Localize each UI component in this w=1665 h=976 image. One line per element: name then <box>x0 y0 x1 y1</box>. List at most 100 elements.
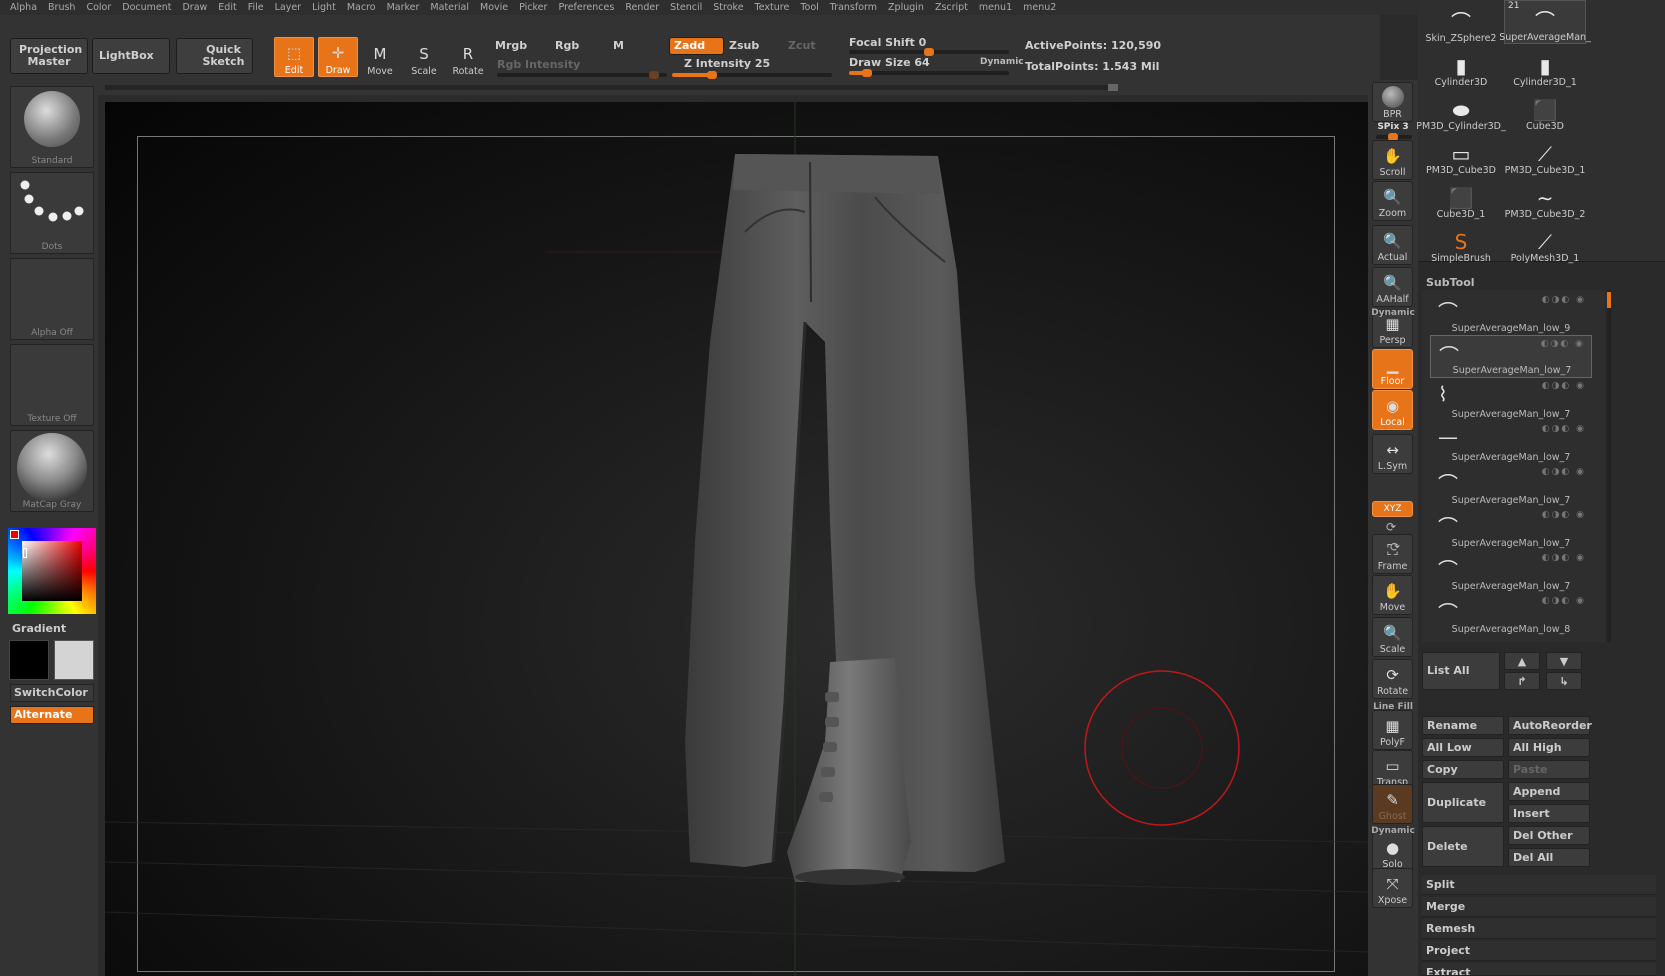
subtool-scrollbar[interactable] <box>1607 290 1611 642</box>
split-section[interactable]: Split <box>1422 875 1656 895</box>
material-selector[interactable]: MatCap Gray <box>10 430 94 512</box>
visibility-eye-icon[interactable]: ◐◑◐ ◉ <box>1542 510 1586 520</box>
xyz-symmetry-button[interactable]: XYZ <box>1372 501 1413 517</box>
zsub-button[interactable]: Zsub <box>729 39 759 52</box>
zoom-shelf-button[interactable]: 🔍 Zoom <box>1372 181 1413 221</box>
rotate-y-icon[interactable]: ⟳ <box>1386 520 1396 534</box>
switch-color-button[interactable]: SwitchColor <box>10 684 94 702</box>
menu-item-menu2[interactable]: menu2 <box>1023 2 1056 13</box>
scale-tool-button[interactable]: S Scale <box>404 37 444 77</box>
move-up-button[interactable]: ▲ <box>1504 652 1540 670</box>
floor-shelf-button[interactable]: ▁ Floor <box>1372 349 1413 389</box>
brush-selector[interactable]: Standard <box>10 86 94 168</box>
move-down-button[interactable]: ▼ <box>1546 652 1582 670</box>
draw-tool-button[interactable]: ✛ Draw <box>318 37 358 77</box>
mesh-thumbnail[interactable]: ⬛ Cube3D_1 <box>1420 176 1502 220</box>
append-button[interactable]: Append <box>1508 782 1590 801</box>
mesh-thumbnail[interactable]: ⬛ Cube3D <box>1504 88 1586 132</box>
visibility-eye-icon[interactable]: ◐◑◐ ◉ <box>1542 295 1586 305</box>
rotate-tool-button[interactable]: R Rotate <box>448 37 488 77</box>
menu-item-draw[interactable]: Draw <box>182 2 207 13</box>
scroll-shelf-button[interactable]: ✋ Scroll <box>1372 140 1413 180</box>
local-shelf-button[interactable]: ◉ Local <box>1372 390 1413 430</box>
menu-item-render[interactable]: Render <box>625 2 659 13</box>
edit-tool-button[interactable]: ⬚ Edit <box>274 37 314 77</box>
move-to-bottom-button[interactable]: ↳ <box>1546 672 1582 690</box>
xpose-shelf-button[interactable]: ⤧ Xpose <box>1372 868 1413 908</box>
focal-shift-knob[interactable] <box>924 48 934 56</box>
menu-item-texture[interactable]: Texture <box>755 2 790 13</box>
rotate-shelf-button[interactable]: ⟳ Rotate <box>1372 659 1413 699</box>
focal-shift-slider[interactable]: Focal Shift 0 <box>849 36 926 49</box>
mesh-thumbnail[interactable]: ▭ PM3D_Cube3D <box>1420 132 1502 176</box>
del-all-button[interactable]: Del All <box>1508 848 1590 867</box>
menu-item-tool[interactable]: Tool <box>800 2 818 13</box>
mesh-thumbnail[interactable]: ⟋ PM3D_Cube3D_1 <box>1504 132 1586 176</box>
menu-item-alpha[interactable]: Alpha <box>10 2 37 13</box>
lsym-shelf-button[interactable]: ↔ L.Sym <box>1372 434 1413 474</box>
spix-slider[interactable]: SPix 3 <box>1368 122 1418 132</box>
alternate-button[interactable]: Alternate <box>10 706 94 724</box>
subtool-item[interactable]: ⌒ ◐◑◐ ◉ SuperAverageMan_low_7 <box>1430 507 1592 550</box>
project-section[interactable]: Project <box>1422 941 1656 961</box>
delete-button[interactable]: Delete <box>1422 826 1504 867</box>
mesh-thumbnail[interactable]: S SimpleBrush <box>1420 220 1502 264</box>
draw-size-slider[interactable]: Draw Size 64 <box>849 56 930 69</box>
menu-item-macro[interactable]: Macro <box>347 2 376 13</box>
auto-reorder-button[interactable]: AutoReorder <box>1508 716 1592 735</box>
timeline-bar[interactable] <box>105 85 1115 90</box>
menu-item-zscript[interactable]: Zscript <box>935 2 968 13</box>
menu-item-brush[interactable]: Brush <box>48 2 75 13</box>
menu-item-file[interactable]: File <box>248 2 264 13</box>
move-shelf-button[interactable]: ✋ Move <box>1372 575 1413 615</box>
remesh-section[interactable]: Remesh <box>1422 919 1656 939</box>
subtool-item[interactable]: ⌇ ◐◑◐ ◉ SuperAverageMan_low_7 <box>1430 378 1592 421</box>
menu-item-stroke[interactable]: Stroke <box>713 2 743 13</box>
subtool-item[interactable]: ⌒ ◐◑◐ ◉ SuperAverageMan_low_9 <box>1430 292 1592 335</box>
timeline-end-handle[interactable] <box>1108 84 1118 91</box>
menu-item-marker[interactable]: Marker <box>387 2 420 13</box>
mesh-thumbnail[interactable]: ⟋ PolyMesh3D_1 <box>1504 220 1586 264</box>
copy-button[interactable]: Copy <box>1422 760 1504 779</box>
merge-section[interactable]: Merge <box>1422 897 1656 917</box>
secondary-color-swatch[interactable] <box>54 640 94 680</box>
persp-shelf-button[interactable]: ▦ Persp <box>1372 314 1413 348</box>
move-tool-button[interactable]: M Move <box>360 37 400 77</box>
bpr-button[interactable]: BPR <box>1372 82 1413 122</box>
rgb-intensity-knob[interactable] <box>649 71 659 79</box>
rgb-intensity-track[interactable] <box>497 71 667 79</box>
duplicate-button[interactable]: Duplicate <box>1422 782 1504 823</box>
rgb-button[interactable]: Rgb <box>555 39 579 52</box>
menu-item-transform[interactable]: Transform <box>830 2 877 13</box>
all-low-button[interactable]: All Low <box>1422 738 1504 757</box>
subtool-item[interactable]: ⌒ ◐◑◐ ◉ SuperAverageMan_low_8 <box>1430 593 1592 636</box>
actual-shelf-button[interactable]: 🔍 Actual <box>1372 225 1413 265</box>
stroke-selector[interactable]: Dots <box>10 172 94 254</box>
subtool-item[interactable]: ⌒ ◐◑◐ ◉ SuperAverageMan_low_7 <box>1430 464 1592 507</box>
draw-size-track[interactable] <box>849 69 1009 77</box>
main-color-swatch[interactable] <box>9 640 49 680</box>
mesh-thumbnail[interactable]: 21 ⌒ SuperAverageMan_ <box>1499 0 1591 44</box>
projection-master-button[interactable]: Projection Master <box>10 38 88 74</box>
focal-shift-track[interactable] <box>849 48 1009 56</box>
spix-track[interactable] <box>1376 133 1412 141</box>
gradient-label[interactable]: Gradient <box>12 622 66 635</box>
m-button[interactable]: M <box>613 39 624 52</box>
aahalf-shelf-button[interactable]: 🔍 AAHalf <box>1372 267 1413 307</box>
menu-item-document[interactable]: Document <box>122 2 171 13</box>
zadd-button[interactable]: Zadd <box>669 37 724 55</box>
mesh-thumbnail[interactable]: ▮ Cylinder3D_1 <box>1504 44 1586 88</box>
viewport-canvas[interactable] <box>105 102 1368 976</box>
menu-item-zplugin[interactable]: Zplugin <box>888 2 924 13</box>
menu-item-picker[interactable]: Picker <box>519 2 547 13</box>
ghost-shelf-button[interactable]: ✎ Ghost <box>1372 784 1413 824</box>
visibility-eye-icon[interactable]: ◐◑◐ ◉ <box>1542 381 1586 391</box>
paste-button[interactable]: Paste <box>1508 760 1590 779</box>
menu-item-light[interactable]: Light <box>312 2 336 13</box>
polyf-shelf-button[interactable]: ▦ PolyF <box>1372 710 1413 750</box>
extract-section[interactable]: Extract <box>1422 963 1656 976</box>
menu-item-layer[interactable]: Layer <box>275 2 302 13</box>
lightbox-button[interactable]: LightBox <box>92 38 170 74</box>
mrgb-button[interactable]: Mrgb <box>495 39 527 52</box>
menu-item-edit[interactable]: Edit <box>218 2 236 13</box>
